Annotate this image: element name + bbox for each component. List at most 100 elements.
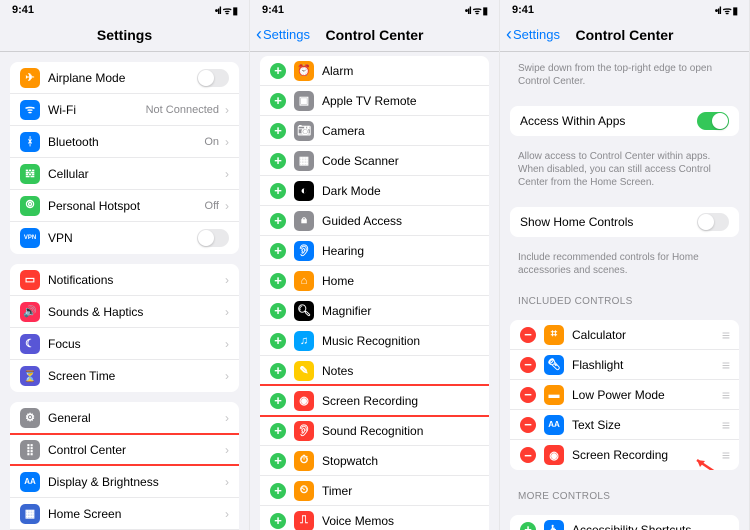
add-button[interactable]: + xyxy=(270,423,286,439)
toggle[interactable] xyxy=(697,112,729,130)
scroll-area-3[interactable]: Swipe down from the top-right edge to op… xyxy=(500,52,749,530)
label: Stopwatch xyxy=(322,454,479,468)
included-controls: −⌗Calculator≡−🔦︎Flashlight≡−▬Low Power M… xyxy=(510,320,739,470)
header-included: Included Controls xyxy=(500,285,749,310)
label: Home Screen xyxy=(48,507,223,521)
row-screenrec[interactable]: −◉Screen Recording≡ xyxy=(510,440,739,470)
remove-button[interactable]: − xyxy=(520,387,536,403)
drag-handle-icon[interactable]: ≡ xyxy=(722,357,729,373)
add-button[interactable]: + xyxy=(270,123,286,139)
row-textsize[interactable]: −AAText Size≡ xyxy=(510,410,739,440)
value: On xyxy=(204,136,219,148)
row-airplane[interactable]: ✈︎Airplane Mode xyxy=(10,62,239,94)
row-timer[interactable]: +⏲Timer xyxy=(260,476,489,506)
toggle[interactable] xyxy=(197,69,229,87)
row-darkmode[interactable]: +◐Dark Mode xyxy=(260,176,489,206)
add-button[interactable]: + xyxy=(270,183,286,199)
row-cellular[interactable]: 𝍌Cellular› xyxy=(10,158,239,190)
remove-button[interactable]: − xyxy=(520,357,536,373)
airplane-icon: ✈︎ xyxy=(20,68,40,88)
toggle[interactable] xyxy=(697,213,729,231)
toggle[interactable] xyxy=(197,229,229,247)
row-stopwatch[interactable]: + ⏱ Stopwatch xyxy=(260,446,489,476)
row-homescreen[interactable]: ▦Home Screen› xyxy=(10,498,239,530)
label: Flashlight xyxy=(572,358,722,372)
remove-button[interactable]: − xyxy=(520,447,536,463)
label: Music Recognition xyxy=(322,334,479,348)
stopwatch-icon: ⏱ xyxy=(294,451,314,471)
more-controls: +⏰Alarm+▣Apple TV Remote+📷︎Camera+▦Code … xyxy=(260,56,489,530)
row-display[interactable]: AADisplay & Brightness› xyxy=(10,466,239,498)
row-magnifier[interactable]: +🔍︎Magnifier xyxy=(260,296,489,326)
row-camera[interactable]: +📷︎Camera xyxy=(260,116,489,146)
add-button[interactable]: + xyxy=(270,393,286,409)
row-screentime[interactable]: ⏳Screen Time› xyxy=(10,360,239,392)
row-show-home-controls[interactable]: Show Home Controls xyxy=(510,207,739,237)
row-screenrec[interactable]: +◉Screen Recording xyxy=(260,386,489,416)
row-lowpower[interactable]: −▬Low Power Mode≡ xyxy=(510,380,739,410)
row-alarm[interactable]: +⏰Alarm xyxy=(260,56,489,86)
row-codescanner[interactable]: +▦Code Scanner xyxy=(260,146,489,176)
row-home[interactable]: +⌂Home xyxy=(260,266,489,296)
add-button[interactable]: + xyxy=(270,63,286,79)
drag-handle-icon[interactable]: ≡ xyxy=(722,327,729,343)
row-vpn[interactable]: VPNVPN xyxy=(10,222,239,254)
row-hotspot[interactable]: ⦾Personal HotspotOff› xyxy=(10,190,239,222)
row-controlcenter[interactable]: ⣿Control Center› xyxy=(10,434,239,466)
row-access-within-apps[interactable]: Access Within Apps xyxy=(510,106,739,136)
drag-handle-icon[interactable]: ≡ xyxy=(722,387,729,403)
row-bluetooth[interactable]: ᚼBluetoothOn› xyxy=(10,126,239,158)
row-notifications[interactable]: ▭Notifications› xyxy=(10,264,239,296)
label: Bluetooth xyxy=(48,135,204,149)
label: Low Power Mode xyxy=(572,388,722,402)
row-guided[interactable]: +🔒︎Guided Access xyxy=(260,206,489,236)
row-soundrec[interactable]: +👂︎Sound Recognition xyxy=(260,416,489,446)
row-musicrec[interactable]: + ♫ Music Recognition xyxy=(260,326,489,356)
add-button[interactable]: + xyxy=(270,513,286,529)
row-wifi[interactable]: ᯤWi-FiNot Connected› xyxy=(10,94,239,126)
add-button[interactable]: + xyxy=(270,153,286,169)
label: Guided Access xyxy=(322,214,479,228)
add-button[interactable]: + xyxy=(270,303,286,319)
sounds-icon: 🔊 xyxy=(20,302,40,322)
label: Wi-Fi xyxy=(48,103,146,117)
remove-button[interactable]: − xyxy=(520,327,536,343)
row-voicememos[interactable]: +⎍Voice Memos xyxy=(260,506,489,530)
scroll-area-2[interactable]: +⏰Alarm+▣Apple TV Remote+📷︎Camera+▦Code … xyxy=(250,52,499,530)
row-sounds[interactable]: 🔊Sounds & Haptics› xyxy=(10,296,239,328)
add-button[interactable]: + xyxy=(270,363,286,379)
back-button[interactable]: ‹ Settings xyxy=(506,27,560,43)
add-button[interactable]: + xyxy=(270,273,286,289)
scroll-area-1[interactable]: ✈︎Airplane ModeᯤWi-FiNot Connected›ᚼBlue… xyxy=(0,52,249,530)
row-flashlight[interactable]: −🔦︎Flashlight≡ xyxy=(510,350,739,380)
pane-controlcenter-main: 9:41 •ıl ᯤ ▮ ‹ Settings Control Center S… xyxy=(500,0,750,530)
add-button[interactable]: + xyxy=(270,243,286,259)
add-button[interactable]: + xyxy=(270,333,286,349)
row-focus[interactable]: ☾Focus› xyxy=(10,328,239,360)
row-appletv[interactable]: +▣Apple TV Remote xyxy=(260,86,489,116)
add-button[interactable]: + xyxy=(270,93,286,109)
row-general[interactable]: ⚙︎General› xyxy=(10,402,239,434)
row-hearing[interactable]: +👂︎Hearing xyxy=(260,236,489,266)
label: Show Home Controls xyxy=(520,215,697,229)
add-button[interactable]: + xyxy=(520,522,536,530)
musicrec-icon: ♫ xyxy=(294,331,314,351)
drag-handle-icon[interactable]: ≡ xyxy=(722,417,729,433)
magnifier-icon: 🔍︎ xyxy=(294,301,314,321)
back-button[interactable]: ‹ Settings xyxy=(256,27,310,43)
nav-title: Settings xyxy=(97,27,152,43)
add-button[interactable]: + xyxy=(270,483,286,499)
timer-icon: ⏲ xyxy=(294,481,314,501)
row-notes[interactable]: +✎Notes xyxy=(260,356,489,386)
row-calculator[interactable]: −⌗Calculator≡ xyxy=(510,320,739,350)
back-label: Settings xyxy=(513,27,560,42)
drag-handle-icon[interactable]: ≡ xyxy=(722,447,729,463)
add-button[interactable]: + xyxy=(270,213,286,229)
value: Off xyxy=(205,200,219,212)
label: Notifications xyxy=(48,273,223,287)
more-controls: +♿︎Accessibility Shortcuts+⏰Alarm+▣Apple… xyxy=(510,515,739,530)
remove-button[interactable]: − xyxy=(520,417,536,433)
label: Text Size xyxy=(572,418,722,432)
row-a11y[interactable]: +♿︎Accessibility Shortcuts xyxy=(510,515,739,530)
add-button[interactable]: + xyxy=(270,453,286,469)
